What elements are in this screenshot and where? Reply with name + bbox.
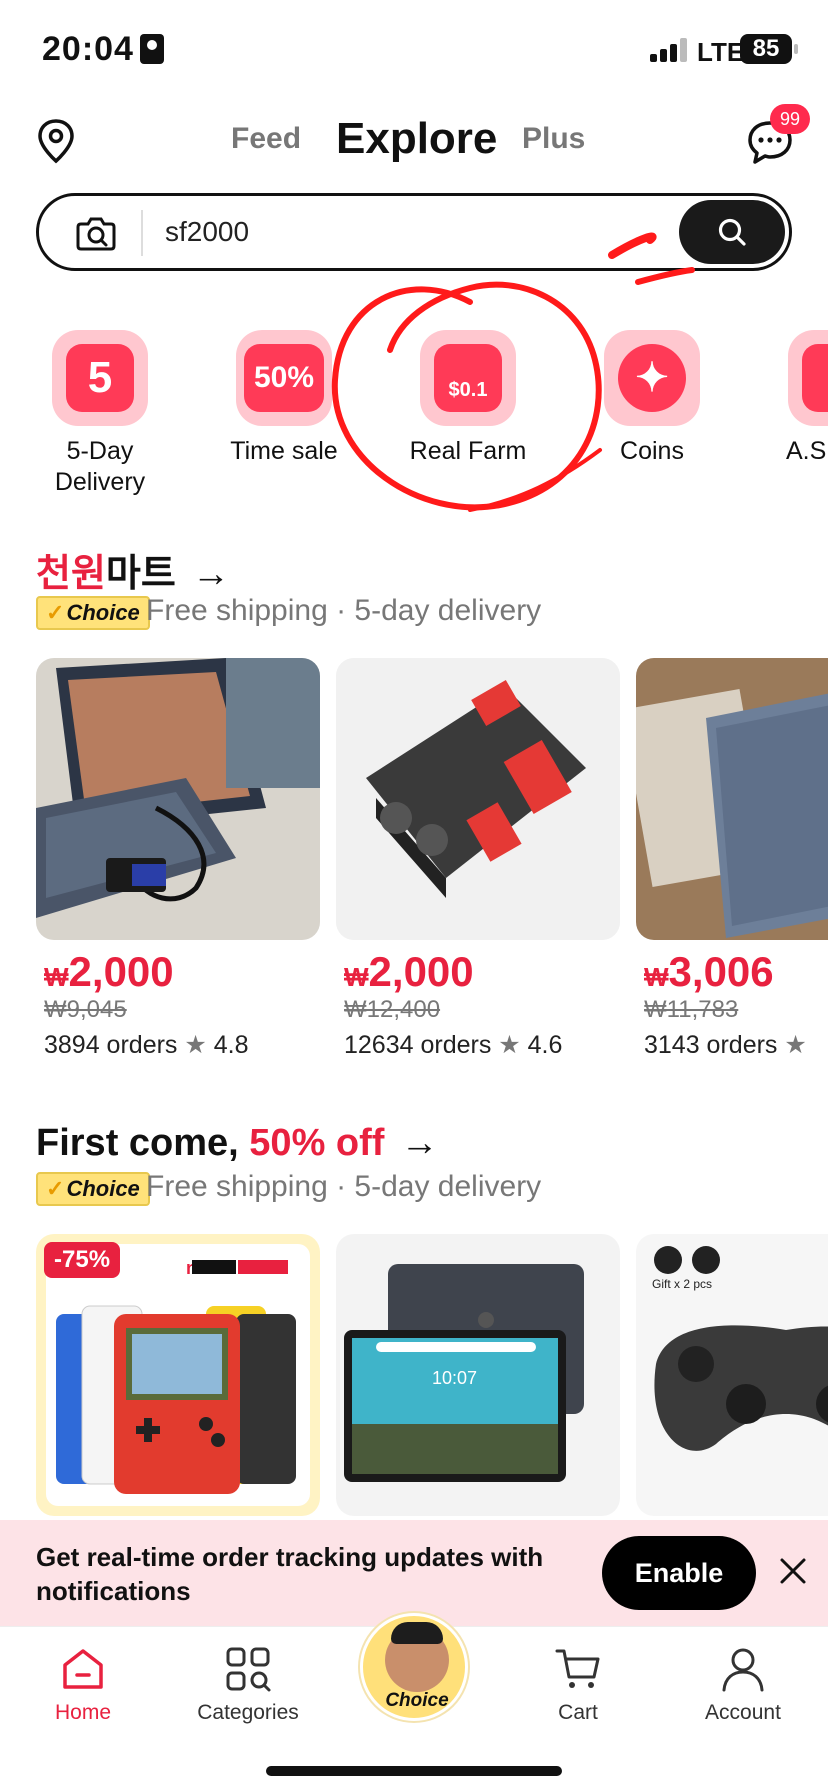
quick-item-real-farm[interactable]: $0.1 Real Farm	[378, 330, 558, 467]
choice-badge: ✓Choice	[36, 1172, 150, 1206]
product-image-vga-adapter[interactable]	[36, 658, 320, 940]
contact-card-icon	[140, 34, 164, 64]
arrow-right-icon[interactable]: →	[400, 1122, 438, 1164]
search-button[interactable]	[679, 200, 785, 264]
search-icon	[718, 218, 746, 246]
section-subtitle: Free shipping · 5-day delivery	[146, 594, 542, 627]
quick-item-label: A.S	[786, 437, 827, 465]
location-pin-icon[interactable]	[36, 118, 76, 164]
section-title-mart[interactable]: 천원마트 →	[36, 542, 230, 597]
quick-item-5-day-delivery[interactable]: 5 5-Day Delivery	[10, 330, 190, 498]
nav-label: Choice	[385, 1690, 449, 1711]
star-icon: ★	[498, 1031, 521, 1059]
check-icon: ✓	[46, 1176, 65, 1201]
section-title-black: 마트	[105, 553, 176, 595]
product-image-tablet[interactable]: 10:07	[336, 1234, 620, 1516]
product-orders: 3894 orders ★ 4.8	[44, 1031, 249, 1059]
home-icon	[63, 1649, 103, 1689]
quick-categories: 5 5-Day Delivery 50% Time sale $0.1 Real…	[0, 330, 828, 500]
notification-banner: Get real-time order tracking updates wit…	[0, 1520, 828, 1626]
cart-icon	[555, 1649, 600, 1688]
product-card[interactable]: nes -75%	[36, 1234, 320, 1520]
quick-item-label: Time sale	[230, 437, 338, 465]
nav-label: Categories	[197, 1701, 299, 1724]
product-price: ₩2,000	[344, 948, 474, 995]
search-input[interactable]	[165, 212, 565, 252]
notification-text: Get real-time order tracking updates wit…	[36, 1542, 544, 1606]
section-subtitle: Free shipping · 5-day delivery	[146, 1170, 542, 1203]
message-badge: 99	[770, 104, 810, 134]
status-bar: 20:04 LTE 85	[0, 0, 828, 100]
discount-badge: -75%	[44, 1242, 121, 1278]
product-image-handheld-console[interactable]: nes -75%	[36, 1234, 320, 1516]
top-header: Feed Explore Plus 99	[0, 100, 828, 190]
nav-label: Home	[54, 1701, 112, 1724]
section-title-red: 천원	[36, 553, 106, 595]
product-card[interactable]: 10:07	[336, 1234, 620, 1520]
star-icon: ★	[184, 1031, 207, 1059]
svg-text:10:07: 10:07	[432, 1368, 477, 1388]
quick-item-label: Coins	[620, 437, 684, 465]
tab-plus[interactable]: Plus	[522, 122, 585, 156]
product-original-price: ₩12,400	[344, 996, 441, 1023]
after-sales-icon	[788, 330, 828, 426]
arrow-right-icon[interactable]: →	[192, 553, 230, 595]
product-price: ₩3,006	[644, 948, 774, 995]
nav-cart[interactable]: Cart	[503, 1645, 653, 1725]
quick-item-coins[interactable]: ✦ Coins	[562, 330, 742, 467]
quick-item-time-sale[interactable]: 50% Time sale	[194, 330, 374, 467]
product-card[interactable]: ₩3,006 ₩11,783 3143 orders ★	[636, 658, 828, 1060]
check-icon: ✓	[46, 600, 65, 625]
camera-search-icon[interactable]	[75, 214, 117, 252]
quick-item-label: Real Farm	[409, 437, 527, 465]
categories-icon	[226, 1647, 271, 1692]
enable-notifications-button[interactable]: Enable	[602, 1536, 756, 1610]
nav-label: Account	[705, 1701, 781, 1724]
farm-bag-icon: $0.1	[420, 330, 516, 426]
section-title-black: First come,	[36, 1122, 239, 1164]
tab-feed[interactable]: Feed	[231, 122, 301, 156]
quick-item-label: 5-Day Delivery	[54, 437, 146, 496]
nav-choice[interactable]: Choice	[360, 1613, 468, 1721]
delivery-icon: 5	[52, 330, 148, 426]
section-title-first-come[interactable]: First come, 50% off →	[36, 1122, 438, 1165]
product-orders: 3143 orders ★	[644, 1031, 807, 1059]
tab-explore[interactable]: Explore	[336, 114, 497, 164]
close-icon[interactable]	[776, 1554, 810, 1588]
product-card[interactable]: ₩2,000 ₩12,400 12634 orders ★ 4.6	[336, 658, 620, 1060]
status-time: 20:04	[42, 30, 134, 68]
network-type: LTE	[697, 37, 745, 67]
signal-icon	[650, 38, 690, 62]
quick-item-as[interactable]: A.S	[746, 330, 828, 467]
nav-label: Cart	[558, 1701, 598, 1724]
choice-badge: ✓Choice	[36, 596, 150, 630]
product-card[interactable]: Gift x 2 pcs	[636, 1234, 828, 1520]
product-original-price: ₩9,045	[44, 996, 127, 1023]
sale-tag-icon: 50%	[236, 330, 332, 426]
coins-icon: ✦	[604, 330, 700, 426]
home-indicator	[266, 1766, 562, 1776]
product-image-cooler[interactable]	[336, 658, 620, 940]
product-original-price: ₩11,783	[644, 996, 739, 1023]
search-bar[interactable]	[36, 193, 792, 271]
star-icon: ★	[784, 1031, 807, 1059]
nav-home[interactable]: Home	[8, 1645, 158, 1725]
search-divider	[141, 210, 143, 256]
choice-avatar	[385, 1622, 449, 1692]
product-orders: 12634 orders ★ 4.6	[344, 1031, 563, 1059]
nav-account[interactable]: Account	[668, 1645, 818, 1725]
product-image-wallet[interactable]	[636, 658, 828, 940]
product-image-gamepad[interactable]: Gift x 2 pcs	[636, 1234, 828, 1516]
section-title-red: 50% off	[249, 1122, 385, 1164]
nav-categories[interactable]: Categories	[173, 1645, 323, 1725]
battery-icon: 85	[740, 34, 792, 64]
product-price: ₩2,000	[44, 948, 174, 995]
account-icon	[722, 1648, 764, 1692]
svg-text:Gift x 2 pcs: Gift x 2 pcs	[652, 1277, 712, 1291]
product-card[interactable]: ₩2,000 ₩9,045 3894 orders ★ 4.8	[36, 658, 320, 1060]
battery-tip	[794, 44, 798, 54]
